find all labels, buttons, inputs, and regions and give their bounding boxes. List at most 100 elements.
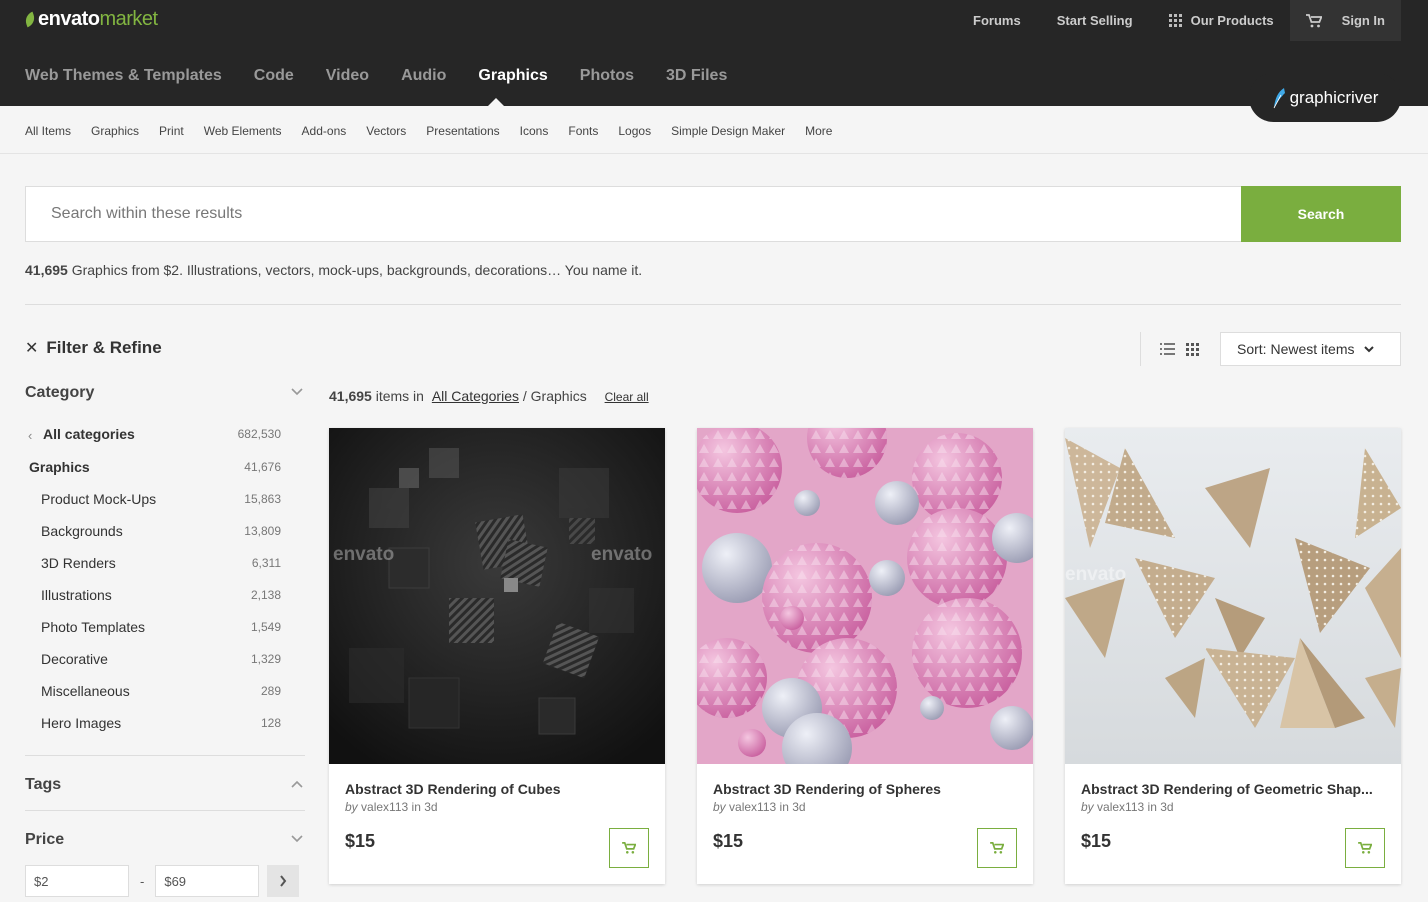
subnav-add-ons[interactable]: Add-ons (302, 124, 347, 138)
item-card[interactable]: envato Abstract 3D Rendering of Geometri… (1065, 428, 1401, 884)
chevron-left-icon: ‹ (28, 428, 33, 443)
graphicriver-badge[interactable]: graphicriver (1249, 73, 1401, 122)
price-max-input[interactable]: $69 (155, 865, 260, 897)
cart-icon (622, 842, 636, 854)
price-heading-label: Price (25, 831, 65, 848)
clear-all-link[interactable]: Clear all (605, 390, 649, 404)
subnav-more[interactable]: More (805, 124, 832, 138)
sort-dropdown[interactable]: Sort: Newest items (1220, 332, 1401, 366)
item-price: $15 (713, 831, 744, 851)
category-count: 128 (260, 716, 281, 730)
item-byline: by valex113 in 3d (1081, 800, 1174, 814)
item-author[interactable]: valex113 (361, 800, 408, 814)
chevron-down-icon (291, 835, 303, 843)
item-title[interactable]: Abstract 3D Rendering of Cubes (345, 781, 651, 797)
nav-graphics[interactable]: Graphics (478, 67, 547, 85)
item-title[interactable]: Abstract 3D Rendering of Spheres (713, 781, 1019, 797)
category-count: 1,329 (250, 652, 281, 666)
nav-photos[interactable]: Photos (580, 67, 634, 85)
item-category[interactable]: 3d (424, 800, 437, 814)
grid-view-icon[interactable] (1186, 342, 1199, 356)
category-miscellaneous[interactable]: Miscellaneous 289 (25, 683, 281, 699)
search-button[interactable]: Search (1241, 186, 1401, 242)
nav-audio[interactable]: Audio (401, 67, 446, 85)
forums-link[interactable]: Forums (973, 13, 1021, 28)
item-thumbnail-spheres[interactable] (697, 428, 1033, 764)
nav-code[interactable]: Code (254, 67, 294, 85)
apps-grid-icon (1168, 14, 1182, 27)
summary-divider (25, 304, 1401, 305)
category-hero-images[interactable]: Hero Images 128 (25, 715, 281, 731)
item-title[interactable]: Abstract 3D Rendering of Geometric Shap.… (1081, 781, 1387, 797)
breadcrumb-all-categories[interactable]: All Categories (432, 388, 519, 404)
category-graphics[interactable]: Graphics 41,676 (25, 459, 281, 475)
item-category[interactable]: 3d (792, 800, 805, 814)
category-label: Photo Templates (41, 619, 146, 635)
close-icon: ✕ (25, 340, 39, 357)
byline-by: by (713, 800, 726, 814)
category-decorative[interactable]: Decorative 1,329 (25, 651, 281, 667)
subnav-logos[interactable]: Logos (618, 124, 651, 138)
item-card[interactable]: envato envato Abstract 3D Rendering of C… (329, 428, 665, 884)
item-author[interactable]: valex113 (729, 800, 776, 814)
category-heading-label: Category (25, 384, 95, 401)
item-thumbnail-geometric-shapes[interactable]: envato (1065, 428, 1401, 764)
results-count: 41,695 (329, 388, 372, 404)
subnav-print[interactable]: Print (159, 124, 184, 138)
filter-refine-toggle[interactable]: ✕ Filter & Refine (25, 338, 162, 358)
category-label: Hero Images (41, 715, 122, 731)
chevron-down-icon (1364, 345, 1375, 352)
chevron-right-icon (280, 875, 287, 887)
category-heading[interactable]: Category (25, 384, 305, 402)
category-all[interactable]: ‹ All categories 682,530 (25, 426, 281, 443)
breadcrumb-current: Graphics (530, 388, 587, 404)
watermark: envato (591, 544, 653, 565)
price-separator: - (140, 873, 145, 889)
item-price: $15 (1081, 831, 1112, 851)
sort-label: Sort: Newest items (1237, 341, 1355, 357)
list-view-icon[interactable] (1160, 343, 1175, 355)
tags-heading[interactable]: Tags (25, 776, 305, 794)
subnav-icons[interactable]: Icons (520, 124, 549, 138)
nav-video[interactable]: Video (326, 67, 369, 85)
add-to-cart-button[interactable] (1345, 828, 1385, 868)
price-heading[interactable]: Price (25, 831, 305, 849)
subnav-vectors[interactable]: Vectors (366, 124, 406, 138)
category-backgrounds[interactable]: Backgrounds 13,809 (25, 523, 281, 539)
chevron-up-icon (291, 780, 303, 788)
sign-in-button[interactable]: Sign In (1289, 0, 1401, 41)
price-min-input[interactable]: $2 (25, 865, 129, 897)
category-count: 2,138 (250, 588, 281, 602)
category-count: 1,549 (250, 620, 281, 634)
sign-in-label: Sign In (1341, 13, 1385, 28)
category-photo-templates[interactable]: Photo Templates 1,549 (25, 619, 281, 635)
category-label: Illustrations (41, 587, 112, 603)
item-card[interactable]: Abstract 3D Rendering of Spheres by vale… (697, 428, 1033, 884)
byline-by: by (345, 800, 358, 814)
item-author[interactable]: valex113 (1097, 800, 1144, 814)
byline-by: by (1081, 800, 1094, 814)
search-input[interactable] (25, 186, 1242, 242)
subnav-web-elements[interactable]: Web Elements (204, 124, 282, 138)
item-category[interactable]: 3d (1160, 800, 1173, 814)
item-byline: by valex113 in 3d (713, 800, 806, 814)
subnav-graphics[interactable]: Graphics (91, 124, 139, 138)
nav-3d-files[interactable]: 3D Files (666, 67, 727, 85)
start-selling-link[interactable]: Start Selling (1057, 13, 1133, 28)
envato-market-logo[interactable]: envatomarket (23, 8, 158, 31)
item-thumbnail-cubes[interactable]: envato envato (329, 428, 665, 764)
our-products-link[interactable]: Our Products (1168, 13, 1274, 28)
category-product-mock-ups[interactable]: Product Mock-Ups 15,863 (25, 491, 281, 507)
subnav-simple-design-maker[interactable]: Simple Design Maker (671, 124, 785, 138)
subnav-all-items[interactable]: All Items (25, 124, 71, 138)
nav-web-themes[interactable]: Web Themes & Templates (25, 67, 222, 85)
price-apply-button[interactable] (267, 865, 300, 897)
subnav-fonts[interactable]: Fonts (568, 124, 598, 138)
add-to-cart-button[interactable] (609, 828, 649, 868)
results-summary: 41,695 Graphics from $2. Illustrations, … (25, 262, 642, 278)
add-to-cart-button[interactable] (977, 828, 1017, 868)
category-illustrations[interactable]: Illustrations 2,138 (25, 587, 281, 603)
subnav-presentations[interactable]: Presentations (426, 124, 499, 138)
category-label: Decorative (41, 651, 108, 667)
category-3d-renders[interactable]: 3D Renders 6,311 (25, 555, 281, 571)
